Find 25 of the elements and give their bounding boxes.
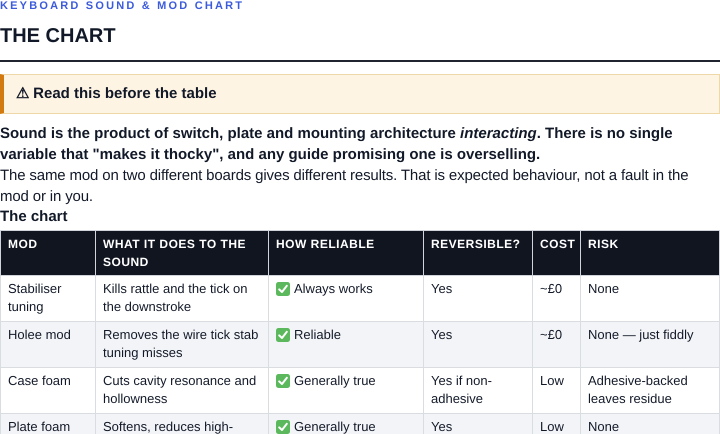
lead-paragraph: Sound is the product of switch, plate and mounting architecture interacting. There is no single variable that "makes it thocky", and any guide promising one is overselling. [0, 124, 674, 165]
body-paragraph: The same mod on two different boards gives different results. That is expected behaviour, not a fault in the mod or in you. [0, 166, 690, 207]
table-cell: Reliable [294, 326, 341, 344]
check-icon [276, 282, 290, 296]
table-cell: Yes [424, 322, 532, 368]
column-header: REVERSIBLE? [424, 230, 532, 276]
table-cell: Plate foam [0, 414, 96, 434]
column-header: COST [532, 230, 580, 276]
section-heading: The chart [0, 207, 69, 227]
page-title: THE CHART [0, 24, 720, 62]
callout-text: ⚠ Read this before the table [16, 85, 217, 102]
check-icon [276, 374, 290, 388]
column-header: WHAT IT DOES TO THE SOUND [96, 230, 268, 276]
table-cell: ~£0 [532, 322, 580, 368]
eyebrow-label: KEYBOARD SOUND & MOD CHART [0, 0, 246, 13]
table-cell: None — just fiddly [580, 322, 720, 368]
table-cell: Generally true [294, 372, 376, 390]
check-icon [276, 328, 290, 342]
table-cell: Removes the wire tick stab tuning misses [96, 322, 268, 368]
table-cell: Holee mod [0, 322, 96, 368]
table-cell: Generally true [294, 418, 376, 434]
column-header: HOW RELIABLE [268, 230, 424, 276]
column-header: RISK [580, 230, 720, 276]
table-cell: Always works [294, 280, 373, 298]
column-header: MOD [0, 230, 96, 276]
